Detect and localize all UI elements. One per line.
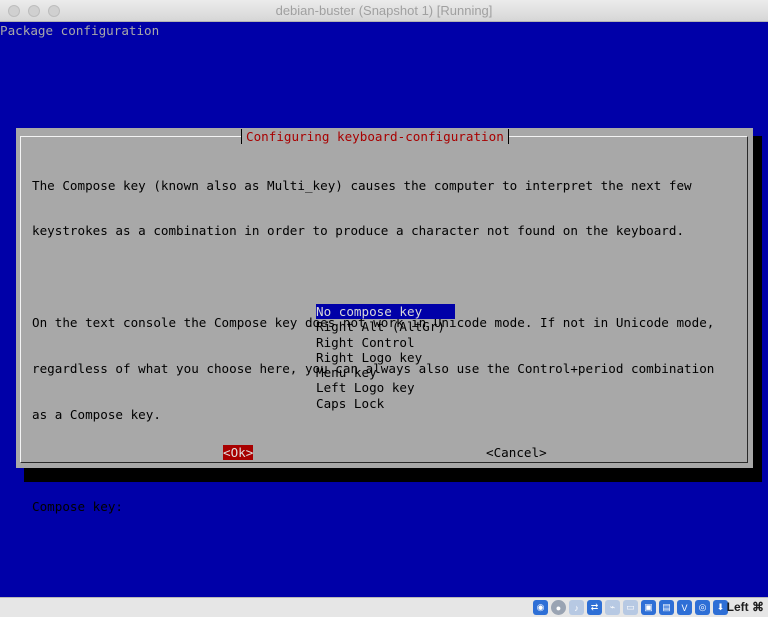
vm-screen[interactable]: Package configuration Configuring keyboa…	[0, 22, 768, 597]
ok-button[interactable]: <Ok>	[223, 445, 254, 461]
debconf-dialog: Configuring keyboard-configuration The C…	[16, 128, 753, 514]
option-menu-key[interactable]: Menu key	[316, 365, 455, 380]
hard-disk-icon[interactable]: ◉	[533, 600, 548, 615]
host-key-label: Left ⌘	[726, 600, 764, 614]
window-titlebar: debian-buster (Snapshot 1) [Running]	[0, 0, 768, 22]
display-icon[interactable]: ▣	[641, 600, 656, 615]
description-line: The Compose key (known also as Multi_key…	[32, 177, 692, 193]
option-no-compose-key[interactable]: No compose key	[316, 304, 455, 320]
shared-folders-icon[interactable]: ▭	[623, 600, 638, 615]
compose-key-menu[interactable]: No compose key Right Alt (AltGr) Right C…	[316, 304, 455, 411]
dialog-title: Configuring keyboard-configuration	[241, 129, 509, 145]
compose-key-prompt: Compose key:	[32, 498, 123, 514]
video-capture-icon[interactable]: ▤	[659, 600, 674, 615]
audio-icon[interactable]: ♪	[569, 600, 584, 615]
window-title: debian-buster (Snapshot 1) [Running]	[275, 3, 493, 18]
network-icon[interactable]: ⇄	[587, 600, 602, 615]
console-backtitle: Package configuration	[0, 23, 160, 38]
option-caps-lock[interactable]: Caps Lock	[316, 396, 455, 411]
option-right-control[interactable]: Right Control	[316, 335, 455, 350]
usb-icon[interactable]: ⌁	[605, 600, 620, 615]
cancel-button[interactable]: <Cancel>	[486, 445, 547, 460]
vm-statusbar: ◉ ● ♪ ⇄ ⌁ ▭ ▣ ▤ V ◎ ⬇ Left ⌘	[0, 597, 768, 617]
status-icons: ◉ ● ♪ ⇄ ⌁ ▭ ▣ ▤ V ◎ ⬇	[533, 600, 728, 615]
option-right-logo-key[interactable]: Right Logo key	[316, 350, 455, 365]
option-right-alt[interactable]: Right Alt (AltGr)	[316, 319, 455, 334]
virtualbox-icon[interactable]: V	[677, 600, 692, 615]
option-left-logo-key[interactable]: Left Logo key	[316, 380, 455, 395]
mouse-integration-icon[interactable]: ◎	[695, 600, 710, 615]
optical-drive-icon[interactable]: ●	[551, 600, 566, 615]
description-line: keystrokes as a combination in order to …	[32, 223, 685, 239]
